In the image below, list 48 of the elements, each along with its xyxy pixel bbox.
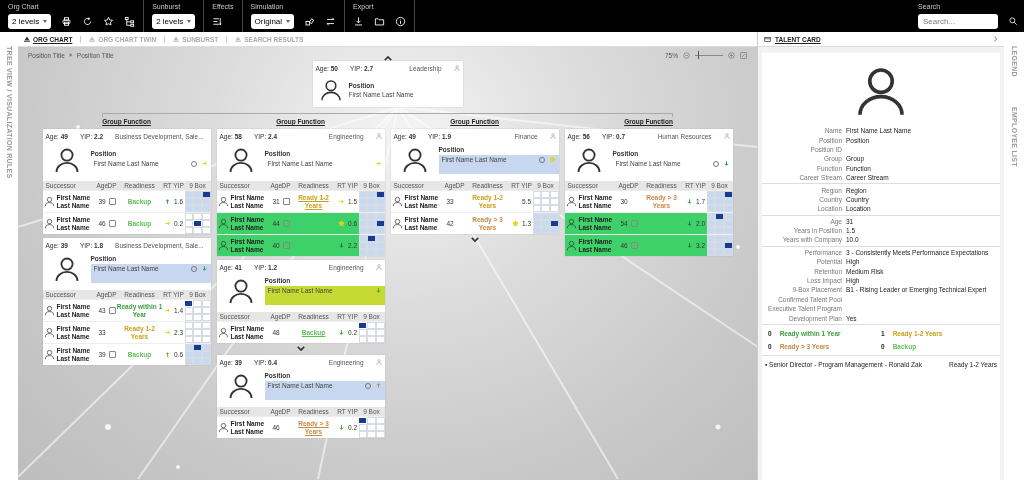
- person-icon: [549, 133, 556, 139]
- position-card[interactable]: [42, 238, 211, 365]
- info-icon[interactable]: [395, 15, 407, 27]
- org-chart-icon: [24, 36, 30, 42]
- search-field[interactable]: Search...: [918, 13, 998, 29]
- avatar-icon: [44, 349, 55, 360]
- chevron-up-icon[interactable]: [383, 56, 392, 61]
- avatar-icon: [44, 218, 55, 229]
- avatar-icon: [218, 240, 229, 251]
- person-icon: [453, 65, 460, 71]
- avatar-icon: [566, 240, 577, 251]
- avatar-icon: [218, 327, 229, 338]
- card-icon: [764, 35, 771, 43]
- avatar-icon: [44, 327, 55, 338]
- org-chart-icon: [235, 36, 242, 42]
- folder-icon[interactable]: [374, 15, 386, 27]
- printer-icon[interactable]: [61, 15, 73, 27]
- dropdown[interactable]: Original: [250, 13, 295, 29]
- avatar-icon: [218, 218, 229, 229]
- chevron-down-icon[interactable]: [470, 237, 479, 242]
- reload-icon[interactable]: [82, 15, 94, 27]
- position-card[interactable]: [564, 129, 733, 256]
- chevron-right-icon[interactable]: [993, 36, 998, 42]
- avatar-icon: [318, 78, 343, 102]
- avatar-icon: [218, 422, 229, 433]
- avatar-icon: [392, 218, 403, 229]
- swap-icon[interactable]: [325, 15, 337, 27]
- blocks-icon[interactable]: [304, 15, 316, 27]
- star-icon[interactable]: [103, 15, 115, 27]
- hierarchy-icon[interactable]: [124, 15, 136, 27]
- search-icon[interactable]: [1008, 16, 1018, 26]
- person-icon: [375, 359, 382, 365]
- person-icon: [375, 264, 382, 270]
- org-chart-icon: [173, 36, 180, 42]
- download-icon[interactable]: [353, 15, 365, 27]
- avatar-icon: [566, 218, 577, 229]
- dropdown[interactable]: 2 levels: [8, 13, 52, 29]
- dropdown[interactable]: 2 levels: [152, 13, 196, 29]
- chevron-down-icon[interactable]: [296, 346, 305, 351]
- avatar-icon: [218, 196, 229, 207]
- avatar-icon: [566, 196, 577, 207]
- avatar-icon: [392, 196, 403, 207]
- person-icon: [375, 133, 382, 139]
- avatar-icon: [44, 305, 55, 316]
- list-filter-icon[interactable]: [212, 15, 224, 27]
- avatar-icon: [44, 196, 55, 207]
- person-icon: [723, 133, 730, 139]
- org-chart-icon: [89, 36, 96, 42]
